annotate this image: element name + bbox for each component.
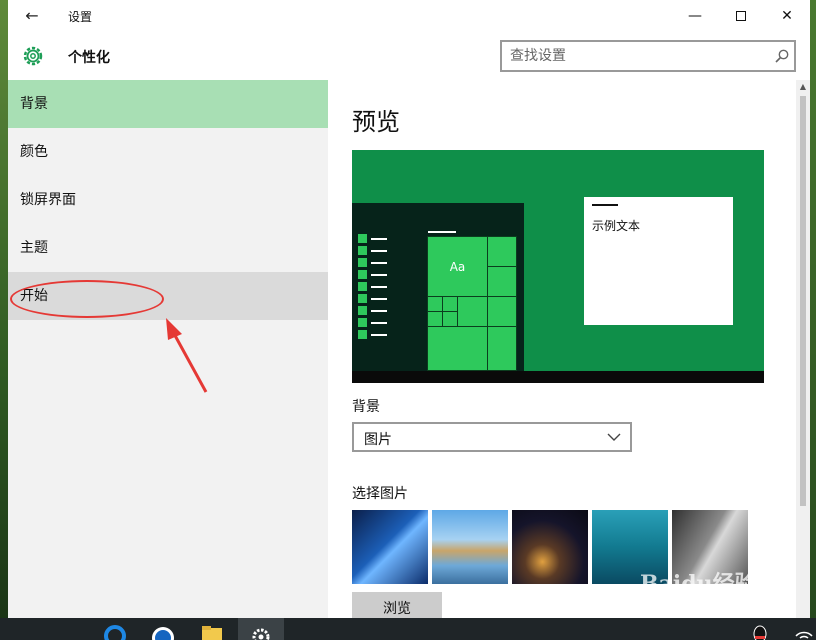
watermark-text: Baidu经验	[640, 571, 757, 597]
scroll-up-icon[interactable]: ▲	[796, 80, 810, 94]
settings-window: ← 设置 — ✕ 个性化 背景 颜色 锁屏界面 主题 开始	[8, 0, 810, 618]
preview-tile	[442, 296, 458, 312]
search-box[interactable]	[500, 40, 796, 72]
sidebar-item-lock-screen[interactable]: 锁屏界面	[8, 176, 328, 224]
preview-tile	[457, 296, 488, 327]
preview-list-icon	[358, 234, 367, 243]
preview-list-icon	[358, 246, 367, 255]
sidebar-item-label: 主题	[20, 240, 48, 256]
preview-list-icon	[358, 270, 367, 279]
preview-window-line	[592, 204, 618, 206]
preview-sample-window: 示例文本	[584, 197, 733, 325]
preview-list-icon	[358, 294, 367, 303]
preview-heading: 预览	[352, 108, 400, 136]
sogou-browser-icon	[152, 627, 174, 640]
sidebar-item-themes[interactable]: 主题	[8, 224, 328, 272]
sidebar-item-colors[interactable]: 颜色	[8, 128, 328, 176]
sidebar-item-label: 锁屏界面	[20, 192, 76, 208]
preview-tile	[487, 296, 517, 327]
picture-thumbnail-3[interactable]	[512, 510, 588, 584]
preview-list-line	[371, 238, 387, 240]
back-button[interactable]: ←	[18, 4, 46, 28]
sidebar-item-label: 颜色	[20, 144, 48, 160]
preview-list-icon	[358, 282, 367, 291]
title-bar: ← 设置 — ✕	[8, 0, 810, 32]
edge-icon	[104, 625, 126, 640]
main-content: 预览 Aa 示例文本 背景 图片 选择图片 浏览	[328, 80, 798, 618]
sidebar-item-background[interactable]: 背景	[8, 80, 328, 128]
desktop-background-left	[0, 0, 8, 620]
preview-sample-text: 示例文本	[592, 219, 641, 233]
background-preview: Aa 示例文本	[352, 150, 764, 383]
scroll-thumb[interactable]	[800, 96, 806, 506]
preview-list-icon	[358, 258, 367, 267]
picture-thumbnail-2[interactable]	[432, 510, 508, 584]
preview-taskbar	[352, 371, 764, 383]
preview-list-line	[371, 262, 387, 264]
qq-icon	[753, 625, 767, 640]
taskbar-network-tray[interactable]	[792, 618, 816, 640]
preview-list-icon	[358, 306, 367, 315]
maximize-icon	[736, 11, 746, 21]
background-label: 背景	[352, 399, 380, 415]
preview-tile	[427, 311, 443, 327]
preview-list-line	[371, 250, 387, 252]
preview-list-line	[371, 322, 387, 324]
preview-list-line	[371, 274, 387, 276]
preview-start-header-line	[428, 231, 456, 233]
wifi-icon	[795, 631, 813, 639]
preview-tile-aa: Aa	[427, 236, 488, 297]
baidu-jingyan-watermark: Baidu经验	[640, 566, 757, 598]
taskbar-qq-tray[interactable]	[748, 618, 772, 640]
minimize-button[interactable]: —	[672, 0, 718, 32]
page-title: 个性化	[68, 50, 110, 66]
browse-button[interactable]: 浏览	[352, 592, 442, 618]
preview-list-line	[371, 286, 387, 288]
search-icon[interactable]	[774, 48, 790, 64]
preview-tile	[442, 311, 458, 327]
desktop-background-right	[810, 0, 816, 620]
picture-thumbnail-1[interactable]	[352, 510, 428, 584]
preview-list-icon	[358, 330, 367, 339]
preview-tile	[487, 326, 517, 371]
sidebar-item-label: 背景	[20, 96, 48, 112]
background-type-select[interactable]: 图片	[352, 422, 632, 452]
sidebar: 背景 颜色 锁屏界面 主题 开始	[8, 80, 328, 618]
taskbar-sogou-button[interactable]	[140, 618, 186, 640]
search-input[interactable]	[510, 46, 760, 66]
back-arrow-icon: ←	[25, 6, 39, 25]
preview-tile	[487, 266, 517, 297]
choose-picture-label: 选择图片	[352, 486, 408, 502]
taskbar-edge-button[interactable]	[92, 618, 138, 640]
close-button[interactable]: ✕	[764, 0, 810, 32]
windows-taskbar	[0, 618, 816, 640]
content-scrollbar[interactable]: ▲	[796, 80, 810, 618]
maximize-button[interactable]	[718, 0, 764, 32]
annotation-arrow-icon	[166, 318, 208, 393]
chevron-down-icon	[607, 433, 621, 441]
taskbar-file-explorer-button[interactable]	[188, 618, 234, 640]
minimize-icon: —	[688, 8, 702, 24]
preview-tile	[427, 326, 488, 371]
preview-tile	[427, 296, 443, 312]
background-type-value: 图片	[364, 432, 392, 448]
watermark-url: jingyan.baidu.com	[626, 604, 728, 617]
close-icon: ✕	[781, 8, 793, 24]
gear-icon	[23, 46, 43, 66]
page-header: 个性化	[8, 32, 810, 80]
preview-list-line	[371, 334, 387, 336]
annotation-ellipse	[10, 280, 164, 318]
preview-start-menu: Aa	[352, 203, 524, 371]
window-title: 设置	[68, 10, 93, 24]
preview-list-icon	[358, 318, 367, 327]
preview-tile	[487, 236, 517, 267]
folder-icon	[202, 626, 222, 640]
preview-list-line	[371, 310, 387, 312]
taskbar-settings-button[interactable]	[238, 618, 284, 640]
settings-gear-icon	[252, 628, 270, 640]
preview-list-line	[371, 298, 387, 300]
